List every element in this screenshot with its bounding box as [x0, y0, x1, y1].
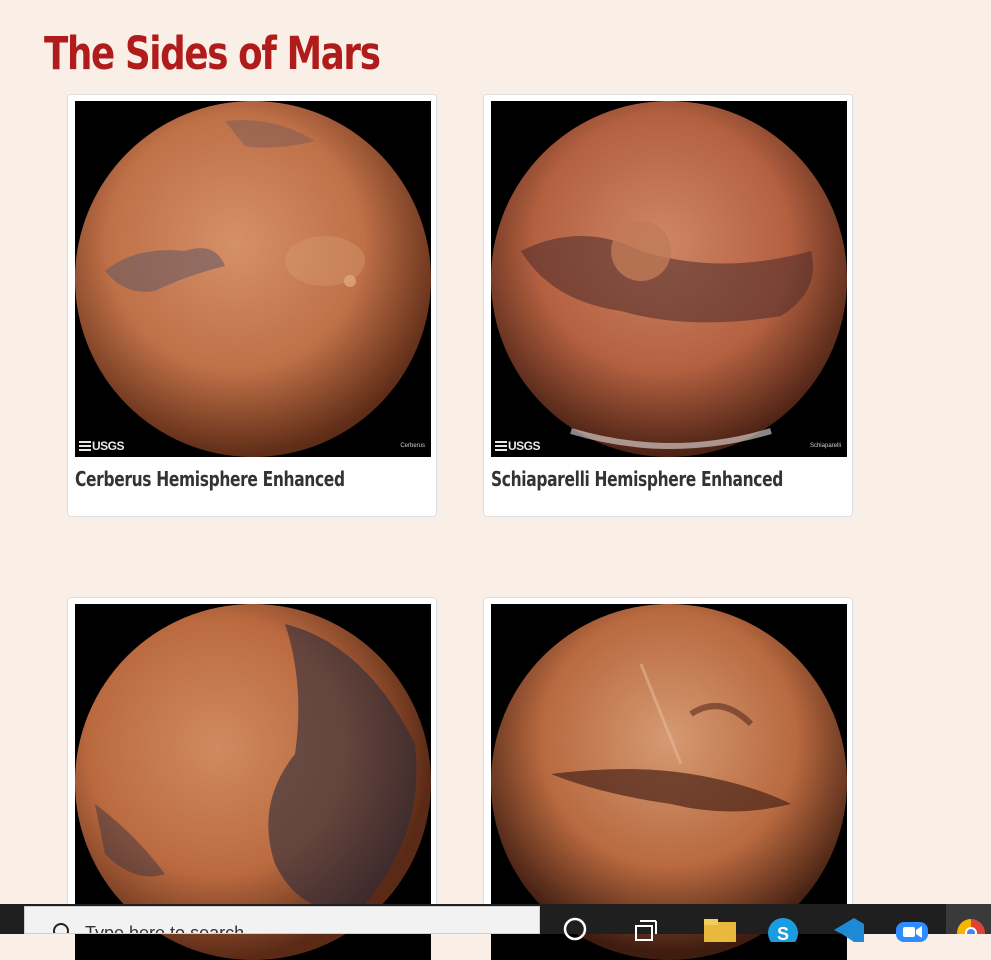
mars-image[interactable]: USGS Cerberus — [75, 101, 431, 457]
mars-image[interactable]: USGS Schiaparelli — [491, 101, 847, 457]
mars-card-3[interactable] — [67, 597, 437, 960]
page-title: The Sides of Mars — [44, 27, 381, 80]
image-credit-label: Schiaparelli — [809, 443, 841, 449]
taskbar-search[interactable]: Type here to search — [24, 906, 540, 934]
vscode-icon[interactable] — [830, 916, 866, 942]
usgs-logo: USGS — [495, 439, 541, 453]
search-placeholder: Type here to search — [85, 923, 245, 934]
svg-text:S: S — [777, 924, 789, 942]
chrome-icon[interactable] — [956, 916, 986, 934]
mars-card-cerberus[interactable]: USGS Cerberus Cerberus Hemisphere Enhanc… — [67, 94, 437, 517]
skype-icon[interactable]: S — [766, 916, 800, 942]
mars-card-schiaparelli[interactable]: USGS Schiaparelli Schiaparelli Hemispher… — [483, 94, 853, 517]
task-view-icon[interactable] — [634, 916, 660, 942]
search-icon — [53, 923, 69, 933]
mars-globe-image — [491, 101, 847, 457]
cortana-icon[interactable] — [562, 916, 588, 942]
taskbar: Type here to search S — [0, 904, 991, 942]
mars-globe-image — [75, 101, 431, 457]
zoom-icon[interactable] — [894, 916, 930, 942]
file-explorer-icon[interactable] — [704, 916, 736, 942]
mars-card-4[interactable] — [483, 597, 853, 960]
card-caption[interactable]: Schiaparelli Hemisphere Enhanced — [491, 467, 783, 491]
usgs-logo: USGS — [79, 439, 125, 453]
image-credit-label: Cerberus — [400, 443, 425, 449]
card-caption[interactable]: Cerberus Hemisphere Enhanced — [75, 467, 345, 491]
